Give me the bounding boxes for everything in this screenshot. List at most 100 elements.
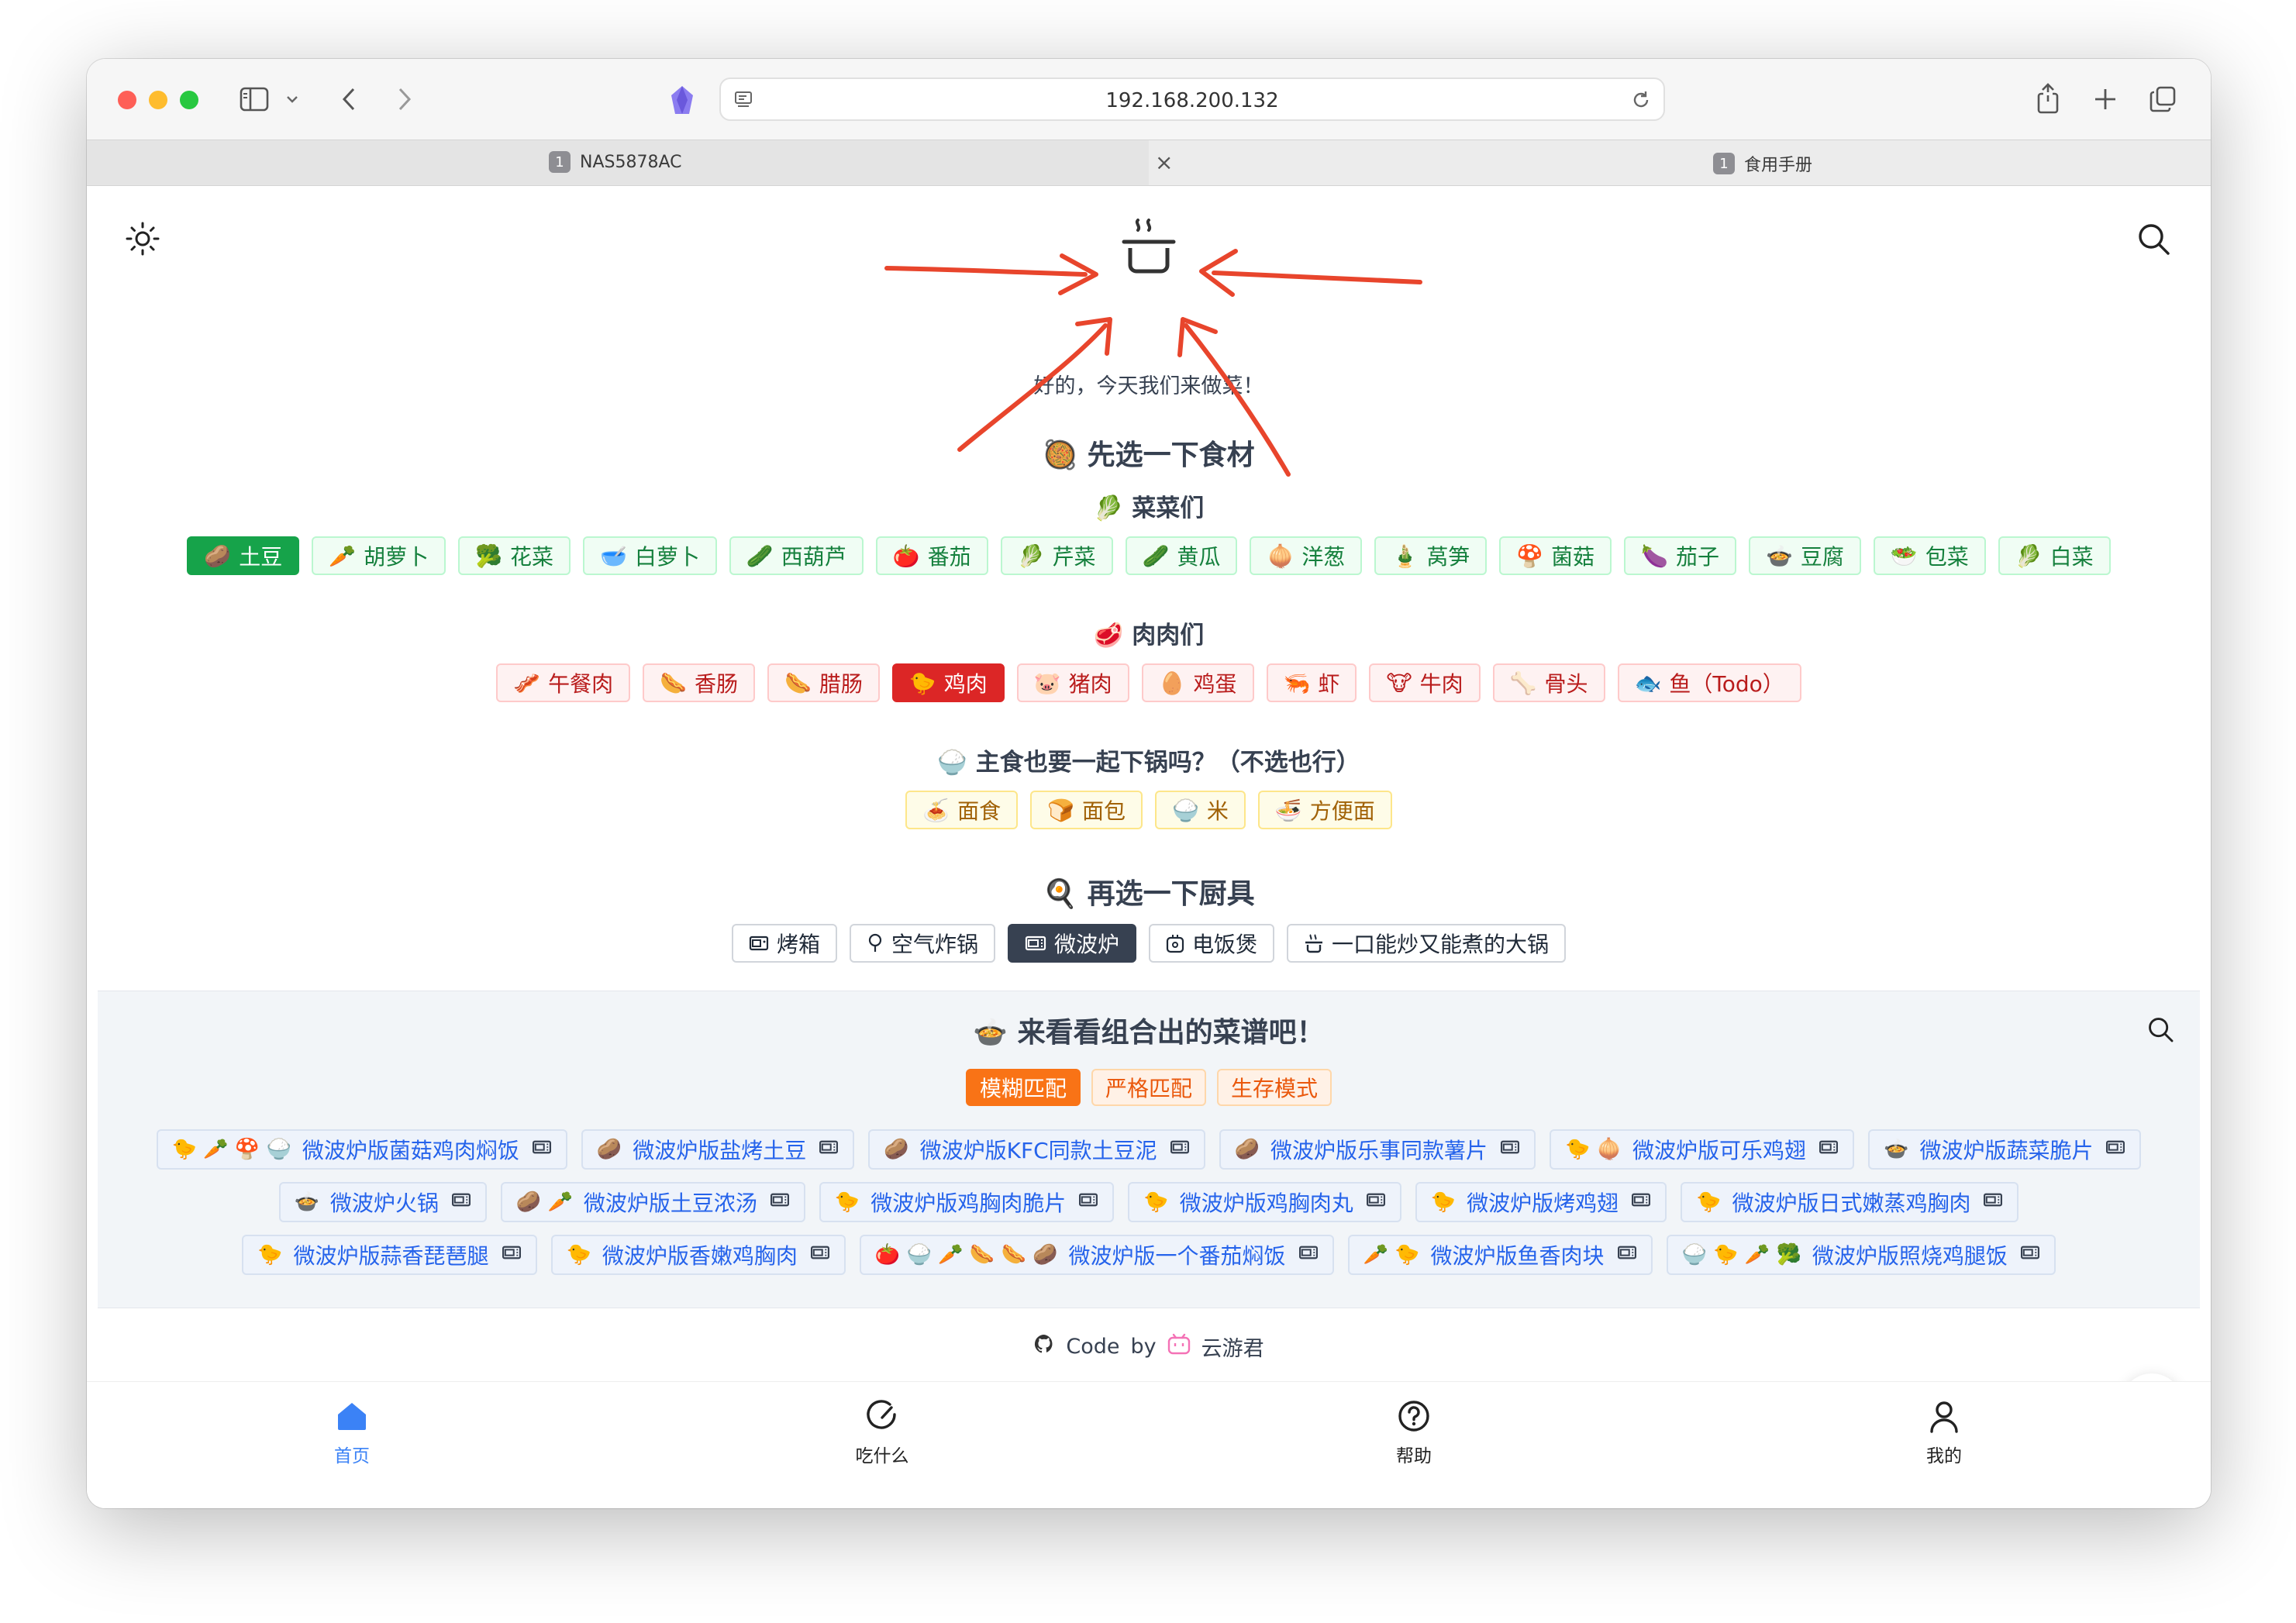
microwave-icon: [819, 1139, 839, 1160]
sidebar-toggle-icon[interactable]: [239, 85, 270, 113]
recipe-link[interactable]: 🍅 🍚 🥕 🌭 🌭 🥔 微波炉版一个番茄焖饭: [859, 1235, 1334, 1275]
match-mode-tab[interactable]: 严格匹配: [1091, 1069, 1206, 1106]
vegetable-chip[interactable]: 🍲 豆腐: [1749, 536, 1861, 575]
recipe-name: 微波炉版鱼香肉块: [1430, 1243, 1605, 1269]
recipe-link[interactable]: 🐤 🧅 微波炉版可乐鸡翅: [1550, 1129, 1855, 1170]
cookware-chip[interactable]: 微波炉: [1007, 924, 1136, 963]
vegetable-chip[interactable]: 🥔 土豆: [187, 536, 300, 575]
meat-chip[interactable]: 🐟 鱼（Todo）: [1617, 663, 1801, 702]
tab-nas[interactable]: 1 NAS5878AC: [549, 151, 681, 173]
recipe-name: 微波炉版日式嫩蒸鸡胸肉: [1732, 1191, 1971, 1216]
staple-chip[interactable]: 🍜 方便面: [1257, 791, 1392, 829]
staple-chip[interactable]: 🍚 米: [1155, 791, 1246, 829]
vegetable-chip[interactable]: 🥬 芹菜: [1000, 536, 1113, 575]
new-tab-icon[interactable]: [2090, 84, 2121, 115]
meat-chip[interactable]: 🐮 牛肉: [1369, 663, 1481, 702]
nav-help[interactable]: 帮助: [1352, 1399, 1476, 1467]
meat-chip[interactable]: 🦴 骨头: [1492, 663, 1605, 702]
meat-chip[interactable]: 🥓 午餐肉: [496, 663, 631, 702]
recipe-search-icon[interactable]: [2146, 1015, 2175, 1047]
tab-background: [1149, 140, 2211, 185]
vegetable-chip[interactable]: 🥒 黄瓜: [1125, 536, 1238, 575]
minimize-window-button[interactable]: [149, 91, 167, 109]
vegetable-label: 西葫芦: [781, 544, 846, 570]
share-icon[interactable]: [2032, 81, 2063, 116]
meat-chip[interactable]: 🌭 香肠: [643, 663, 755, 702]
recipe-link[interactable]: 🐤 🥕 🍄 🍚 微波炉版菌菇鸡肉焖饭: [156, 1129, 567, 1170]
bilibili-icon[interactable]: [1167, 1333, 1191, 1360]
recipe-link[interactable]: 🍲 微波炉火锅: [278, 1182, 487, 1222]
theme-toggle-icon[interactable]: [124, 220, 161, 260]
staple-chip[interactable]: 🍞 面包: [1030, 791, 1143, 829]
search-icon[interactable]: [2135, 220, 2172, 260]
vegetable-chip[interactable]: 🍄 菌菇: [1499, 536, 1612, 575]
nav-what-to-eat-label: 吃什么: [855, 1446, 909, 1466]
extension-icon[interactable]: [667, 84, 698, 116]
recipe-panel: 🍲 来看看组合出的菜谱吧！ 模糊匹配 严格匹配 生存模式 🐤 🥕 🍄 🍚 微波炉版菌菇…: [98, 991, 2200, 1308]
staple-chip[interactable]: 🍝 面食: [905, 791, 1019, 829]
recipe-link[interactable]: 🐤 微波炉版蒜香琵琶腿: [242, 1235, 537, 1275]
match-mode-tab[interactable]: 生存模式: [1217, 1069, 1332, 1106]
meat-label: 猪肉: [1068, 671, 1112, 697]
cookware-chip[interactable]: 烤箱: [731, 924, 837, 963]
vegetable-emoji-icon: 🍅: [892, 543, 920, 569]
tab-manual[interactable]: 1 食用手册: [1713, 151, 1812, 176]
github-icon[interactable]: [1033, 1333, 1055, 1360]
meat-chip[interactable]: 🌭 腊肠: [767, 663, 880, 702]
recipe-link[interactable]: 🐤 微波炉版鸡胸肉脆片: [819, 1182, 1115, 1222]
recipe-link[interactable]: 🥔 🥕 微波炉版土豆浓汤: [500, 1182, 805, 1222]
address-bar[interactable]: 192.168.200.132: [719, 78, 1665, 121]
cookware-chip[interactable]: 一口能炒又能煮的大锅: [1287, 924, 1567, 963]
pot-icon: [1304, 933, 1324, 953]
forward-icon[interactable]: [391, 85, 419, 113]
footer-author-link[interactable]: 云游君: [1201, 1332, 1264, 1362]
meat-chip[interactable]: 🥚 鸡蛋: [1141, 663, 1254, 702]
cookware-chip[interactable]: 空气炸锅: [849, 924, 995, 963]
recipe-link[interactable]: 🥕 🐤 微波炉版鱼香肉块: [1347, 1235, 1653, 1275]
close-window-button[interactable]: [118, 91, 136, 109]
vegetable-emoji-icon: 🍲: [1766, 543, 1793, 569]
close-tab-icon[interactable]: ×: [1155, 150, 1173, 175]
recipe-link[interactable]: 🐤 微波炉版日式嫩蒸鸡胸肉: [1681, 1182, 2019, 1222]
back-icon[interactable]: [335, 85, 363, 113]
bottom-navigation: 首页 吃什么 帮助 我的: [87, 1381, 2211, 1508]
recipe-link[interactable]: 🍲 微波炉版蔬菜脆片: [1868, 1129, 2142, 1170]
vegetable-chip[interactable]: 🥬 白菜: [1998, 536, 2111, 575]
zoom-window-button[interactable]: [180, 91, 198, 109]
footer-by: by: [1130, 1335, 1157, 1359]
vegetable-chip[interactable]: 🧅 洋葱: [1250, 536, 1363, 575]
recipe-link[interactable]: 🐤 微波炉版香嫩鸡胸肉: [550, 1235, 846, 1275]
vegetable-emoji-icon: 🎍: [1391, 543, 1419, 569]
nav-what-to-eat[interactable]: 吃什么: [820, 1399, 944, 1467]
recipe-link[interactable]: 🥔 微波炉版乐事同款薯片: [1219, 1129, 1536, 1170]
meat-chip[interactable]: 🐷 猪肉: [1016, 663, 1129, 702]
meat-chip[interactable]: 🐤 鸡肉: [891, 663, 1005, 702]
footer-code-link[interactable]: Code: [1066, 1335, 1119, 1359]
vegetable-chip[interactable]: 🥣 白萝卜: [582, 536, 717, 575]
recipe-link[interactable]: 🍚 🐤 🥕 🥦 微波炉版照烧鸡腿饭: [1666, 1235, 2056, 1275]
vegetable-chip[interactable]: 🍅 番茄: [875, 536, 988, 575]
match-mode-tab[interactable]: 模糊匹配: [965, 1069, 1081, 1106]
nav-home[interactable]: 首页: [290, 1399, 414, 1467]
recipe-name: 微波炉版可乐鸡翅: [1632, 1138, 1807, 1163]
recipe-link[interactable]: 🥔 微波炉版KFC同款土豆泥: [868, 1129, 1205, 1170]
recipe-link[interactable]: 🐤 微波炉版烤鸡翅: [1415, 1182, 1667, 1222]
recipe-link[interactable]: 🥔 微波炉版盐烤土豆: [581, 1129, 855, 1170]
rice-cooker-icon: [1166, 933, 1184, 953]
recipe-link[interactable]: 🐤 微波炉版鸡胸肉丸: [1128, 1182, 1401, 1222]
vegetable-chip[interactable]: 🥦 花菜: [458, 536, 571, 575]
meat-chip[interactable]: 🦐 虾: [1266, 663, 1357, 702]
chevron-down-icon[interactable]: [284, 90, 301, 109]
vegetable-chip[interactable]: 🥗 包菜: [1873, 536, 1986, 575]
footer: Code by 云游君: [87, 1332, 2211, 1362]
vegetable-chip[interactable]: 🥒 西葫芦: [729, 536, 864, 575]
tab-overview-icon[interactable]: [2147, 84, 2178, 115]
cookware-chip[interactable]: 电饭煲: [1149, 924, 1275, 963]
nav-profile[interactable]: 我的: [1882, 1399, 2006, 1467]
vegetable-chip[interactable]: 🎍 莴笋: [1374, 536, 1488, 575]
vegetable-chip[interactable]: 🥕 胡萝卜: [312, 536, 446, 575]
reload-icon[interactable]: [1629, 88, 1653, 112]
cookware-label: 一口能炒又能煮的大锅: [1332, 932, 1550, 957]
meat-emoji-icon: 🦐: [1283, 670, 1311, 696]
vegetable-chip[interactable]: 🍆 茄子: [1624, 536, 1736, 575]
